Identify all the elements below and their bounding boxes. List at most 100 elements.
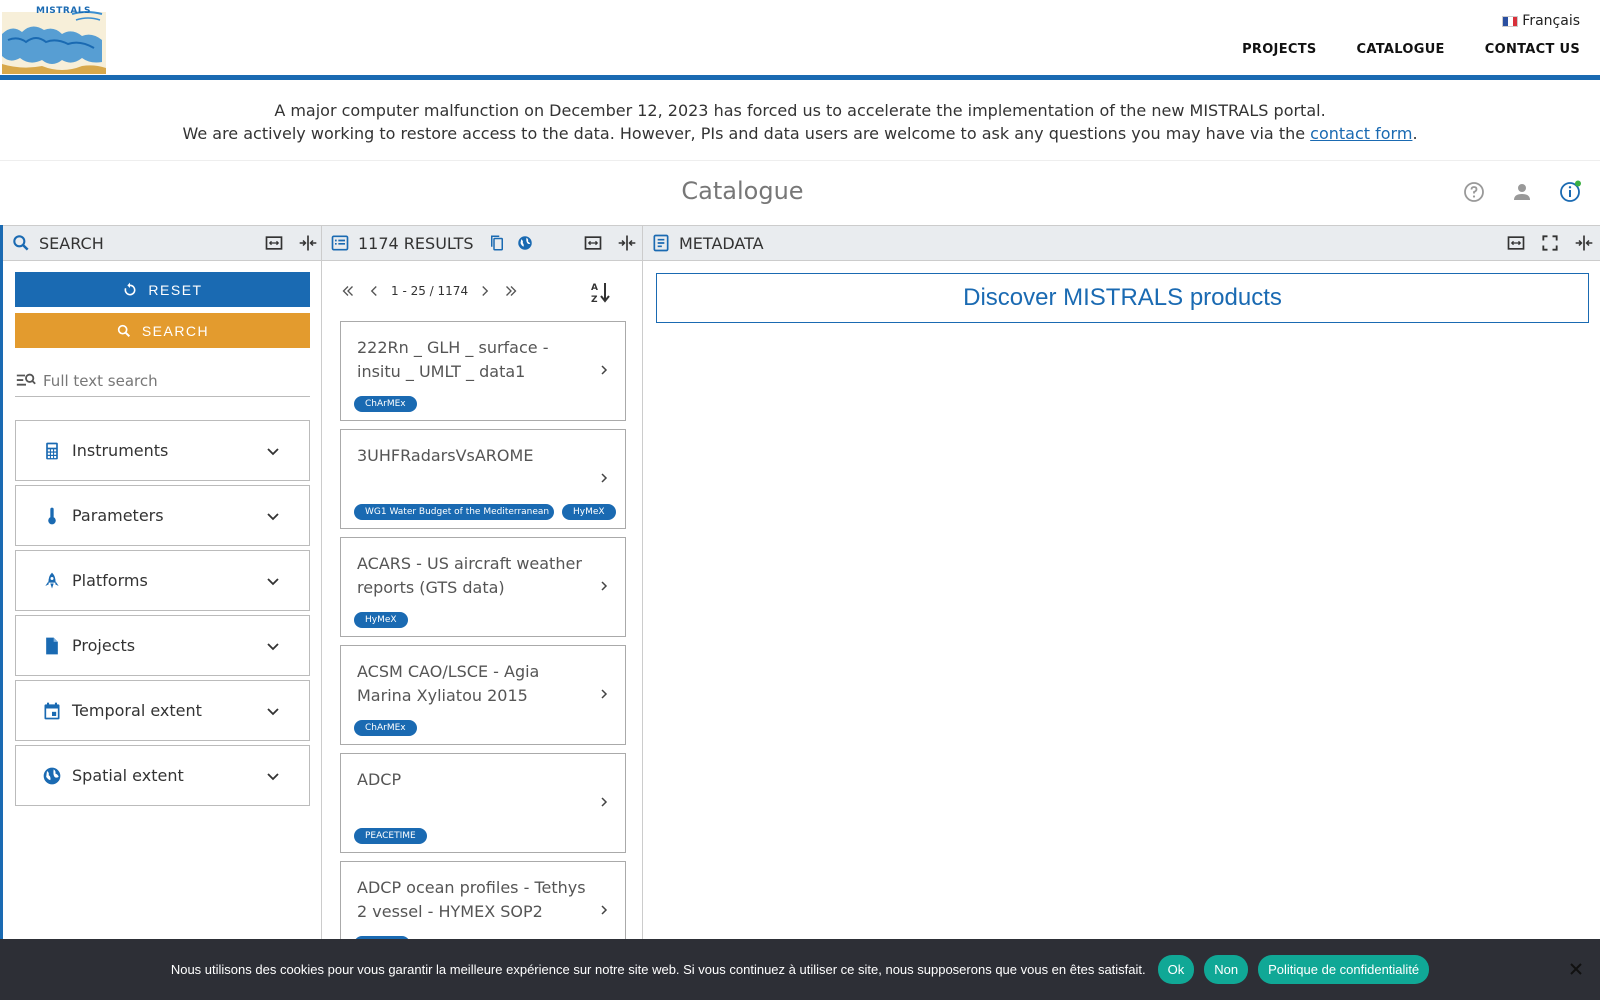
chevron-down-icon <box>267 773 279 781</box>
chevron-right-icon <box>601 581 608 591</box>
first-page-icon[interactable] <box>339 282 357 300</box>
facet-temporal-extent[interactable]: Temporal extent <box>15 680 310 741</box>
logo-text: MISTRALS <box>36 6 92 16</box>
main-nav: PROJECTS CATALOGUE CONTACT US <box>1242 42 1580 57</box>
full-text-search <box>15 366 310 397</box>
result-card[interactable]: 222Rn _ GLH _ surface - insitu _ UMLT _ … <box>340 321 626 421</box>
discover-products-banner[interactable]: Discover MISTRALS products <box>656 273 1589 323</box>
nav-contact-us[interactable]: CONTACT US <box>1485 42 1580 57</box>
chevron-right-icon <box>601 365 608 375</box>
file-icon <box>46 637 58 654</box>
metadata-panel: METADATA <box>642 225 1600 940</box>
project-tag[interactable]: PEACETIME <box>354 828 427 844</box>
sort-az-icon[interactable]: AZ <box>590 280 612 304</box>
project-tag[interactable]: ChArMEx <box>354 396 417 412</box>
calendar-icon <box>44 702 60 719</box>
result-title: 3UHFRadarsVsAROME <box>357 446 534 465</box>
results-pager: 1 - 25 / 1174 <box>339 282 520 300</box>
project-tag[interactable]: ChArMEx <box>354 720 417 736</box>
project-tag[interactable]: HyMeX <box>354 612 408 628</box>
cookie-ok-button[interactable]: Ok <box>1157 955 1195 984</box>
mistrals-logo[interactable]: MISTRALS <box>2 4 106 74</box>
next-page-icon[interactable] <box>476 282 494 300</box>
page-title: Catalogue <box>681 177 804 205</box>
facet-parameters[interactable]: Parameters <box>15 485 310 546</box>
reset-label: RESET <box>148 281 203 298</box>
facet-instruments[interactable]: Instruments <box>15 420 310 481</box>
results-panel-actions <box>583 233 637 253</box>
result-title: ADCP <box>357 770 402 789</box>
search-label: SEARCH <box>141 322 210 339</box>
chevron-right-icon <box>601 905 608 915</box>
site-header: MISTRALS Français PROJECTS CATALOGUE CON… <box>0 0 1600 80</box>
document-icon <box>653 234 669 252</box>
close-icon[interactable] <box>1568 961 1584 977</box>
search-button[interactable]: SEARCH <box>15 313 310 348</box>
result-tags: ChArMEx <box>354 396 417 412</box>
previous-page-icon[interactable] <box>365 282 383 300</box>
result-card[interactable]: ACSM CAO/LSCE - Agia Marina Xyliatou 201… <box>340 645 626 745</box>
facet-platforms[interactable]: Platforms <box>15 550 310 611</box>
nav-projects[interactable]: PROJECTS <box>1242 42 1316 57</box>
facet-label: Temporal extent <box>72 701 202 720</box>
catalogue-toolbar <box>1462 180 1582 204</box>
account-icon[interactable] <box>1510 180 1534 204</box>
results-panel-header: 1174 RESULTS <box>322 225 643 261</box>
language-label: Français <box>1522 13 1580 29</box>
facet-label: Projects <box>72 636 136 655</box>
notice-line-2-end: . <box>1412 124 1418 143</box>
reset-button[interactable]: RESET <box>15 272 310 307</box>
search-panel-title: SEARCH <box>39 233 104 253</box>
copy-icon[interactable] <box>488 234 506 252</box>
chevron-down-icon <box>267 578 279 586</box>
result-card[interactable]: ADCP PEACETIME <box>340 753 626 853</box>
facet-spatial-extent[interactable]: Spatial extent <box>15 745 310 806</box>
collapse-horizontal-icon[interactable] <box>1574 233 1594 253</box>
search-icon <box>117 324 130 337</box>
full-text-search-input[interactable] <box>43 372 293 390</box>
collapse-horizontal-icon[interactable] <box>617 233 637 253</box>
help-icon[interactable] <box>1462 180 1486 204</box>
globe-icon[interactable] <box>516 234 534 252</box>
collapse-vertical-icon[interactable] <box>264 233 284 253</box>
project-tag[interactable]: HyMeX <box>562 504 616 520</box>
calculator-icon <box>46 442 58 459</box>
collapse-vertical-icon[interactable] <box>1506 233 1526 253</box>
fullscreen-icon[interactable] <box>1540 233 1560 253</box>
collapse-horizontal-icon[interactable] <box>298 233 318 253</box>
result-tags: HyMeX <box>354 612 408 628</box>
collapse-vertical-icon[interactable] <box>583 233 603 253</box>
info-icon[interactable] <box>1558 180 1582 204</box>
privacy-policy-button[interactable]: Politique de confidentialité <box>1258 955 1430 984</box>
chevron-right-icon <box>601 473 608 483</box>
language-switch[interactable]: Français <box>1502 13 1580 29</box>
result-tags: PEACETIME <box>354 828 427 844</box>
discover-text: Discover MISTRALS products <box>963 284 1282 311</box>
search-panel-actions <box>264 233 318 253</box>
facet-label: Parameters <box>72 506 164 525</box>
cookie-text: Nous utilisons des cookies pour vous gar… <box>170 962 1146 977</box>
search-icon <box>13 235 29 251</box>
facet-label: Instruments <box>72 441 169 460</box>
chevron-down-icon <box>267 448 279 456</box>
contact-form-link[interactable]: contact form <box>1310 124 1412 143</box>
result-title: ACSM CAO/LSCE - Agia Marina Xyliatou 201… <box>357 662 540 705</box>
result-card[interactable]: 3UHFRadarsVsAROME WG1 Water Budget of th… <box>340 429 626 529</box>
nav-catalogue[interactable]: CATALOGUE <box>1357 42 1445 57</box>
result-card[interactable]: ACARS - US aircraft weather reports (GTS… <box>340 537 626 637</box>
chevron-down-icon <box>267 708 279 716</box>
search-panel-header: SEARCH <box>3 225 324 261</box>
chevron-down-icon <box>267 643 279 651</box>
french-flag-icon <box>1502 15 1519 27</box>
reset-icon <box>124 282 136 295</box>
project-tag[interactable]: WG1 Water Budget of the Mediterranean <box>354 504 554 520</box>
facet-label: Platforms <box>72 571 148 590</box>
text-search-icon <box>16 373 36 386</box>
last-page-icon[interactable] <box>502 282 520 300</box>
malfunction-notice: A major computer malfunction on December… <box>0 84 1600 161</box>
result-card[interactable]: ADCP ocean profiles - Tethys 2 vessel - … <box>340 861 626 939</box>
metadata-panel-header: METADATA <box>643 225 1600 261</box>
cookie-no-button[interactable]: Non <box>1204 955 1249 984</box>
facet-projects[interactable]: Projects <box>15 615 310 676</box>
result-tags: ChArMEx <box>354 720 417 736</box>
